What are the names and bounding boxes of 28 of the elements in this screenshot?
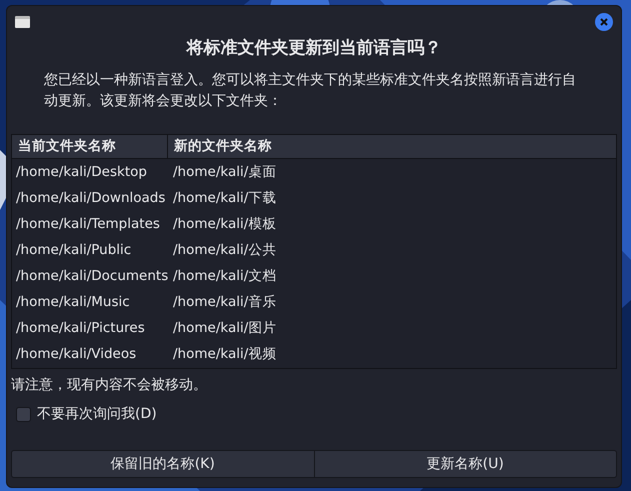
table-cell-text: /home/kali/音乐 (172, 293, 278, 312)
table-cell-text: /home/kali/Videos (15, 345, 138, 364)
dialog-message: 您已经以一种新语言登入。您可以将主文件夹下的某些标准文件夹名按照新语言进行自动更新。该更新将会更改以下文件夹： (43, 70, 577, 110)
table-cell-text: /home/kali/Pictures (15, 319, 146, 338)
table-cell-text: /home/kali/Templates (15, 215, 161, 234)
note-text: 请注意，现有内容不会被移动。 (10, 376, 208, 394)
table-cell-text: /home/kali/Downloads (15, 189, 166, 208)
close-icon (600, 18, 608, 26)
dialog-title: 将标准文件夹更新到当前语言吗？ (185, 37, 442, 60)
table-cell-text: /home/kali/图片 (172, 319, 278, 338)
table-cell-text: /home/kali/下载 (172, 189, 278, 208)
table-cell-text: /home/kali/模板 (172, 215, 278, 234)
checkbox-label: 不要再次询问我(D) (37, 404, 157, 424)
table-cell-text: /home/kali/桌面 (172, 163, 278, 182)
close-button[interactable] (595, 13, 613, 31)
table-cell-text: /home/kali/文档 (172, 267, 278, 286)
column-header[interactable]: 当前文件夹名称 (12, 134, 168, 158)
table-cell-text: /home/kali/视频 (172, 345, 278, 364)
checkbox[interactable] (16, 406, 31, 422)
table-cell-text: /home/kali/Music (15, 293, 131, 312)
table-cell-text: /home/kali/Public (15, 241, 132, 260)
table-cell-text: /home/kali/Desktop (15, 163, 148, 182)
column-header[interactable]: 新的文件夹名称 (168, 134, 616, 158)
table-cell-text: /home/kali/Documents (15, 267, 168, 286)
window-icon (15, 16, 30, 28)
table-cell-text: /home/kali/公共 (172, 241, 278, 260)
dialog-button[interactable]: 更新名称(U) (314, 450, 617, 478)
dialog-button[interactable]: 保留旧的名称(K) (11, 450, 314, 478)
